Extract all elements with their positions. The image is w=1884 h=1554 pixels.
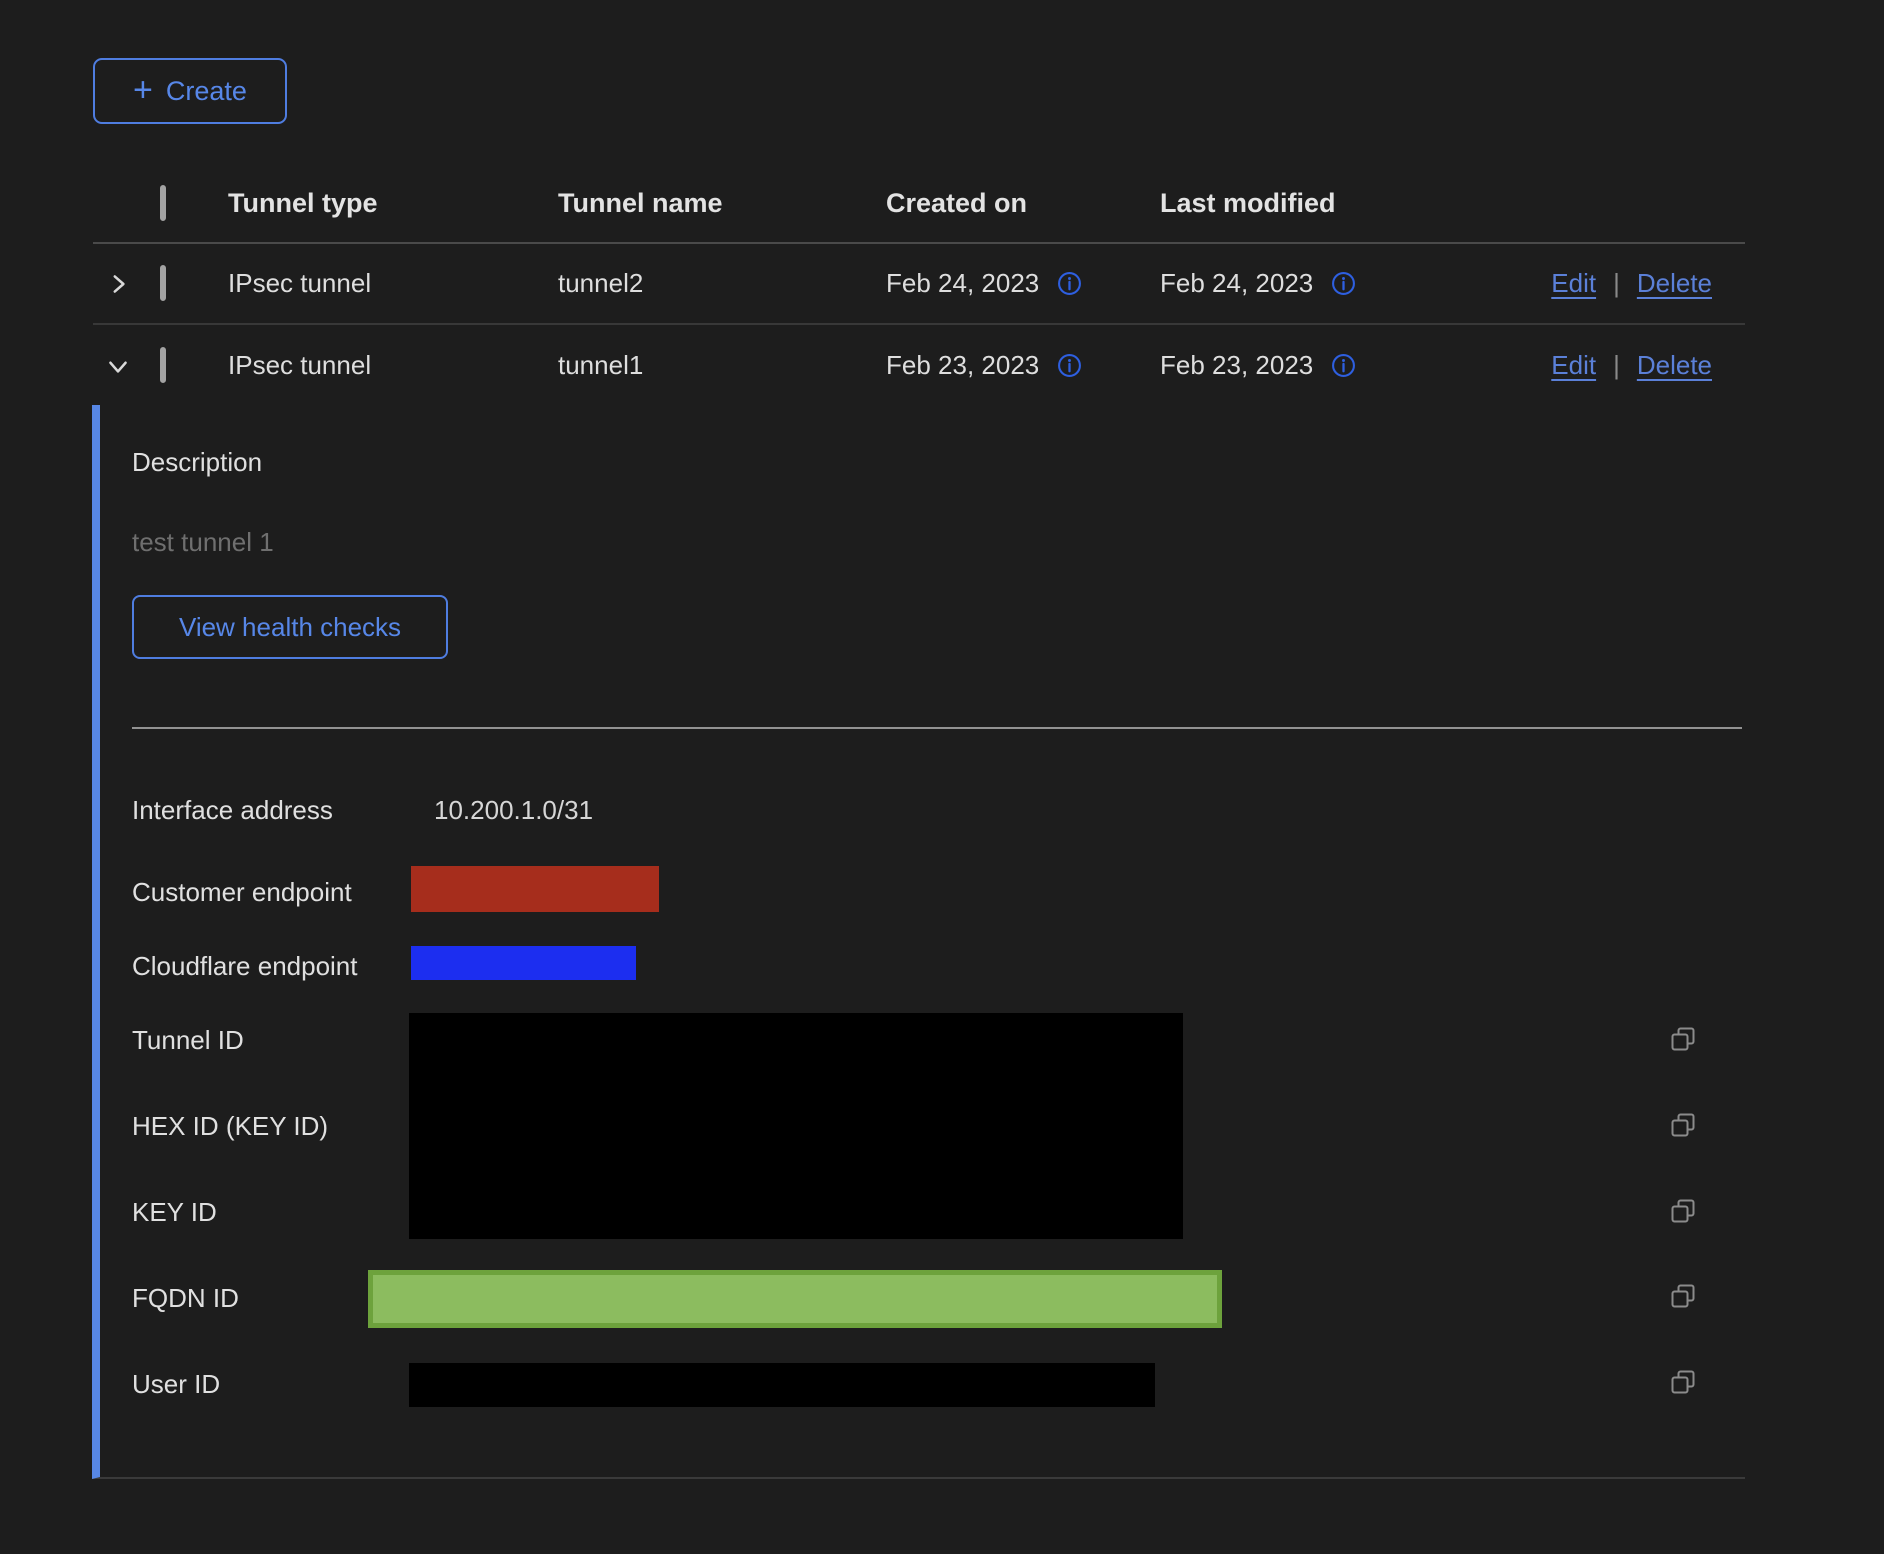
copy-icon[interactable]: [1668, 1196, 1698, 1226]
section-divider: [132, 727, 1742, 729]
row-checkbox[interactable]: [160, 265, 166, 301]
copy-icon[interactable]: [1668, 1367, 1698, 1397]
customer-endpoint-label: Customer endpoint: [132, 877, 352, 908]
select-all-checkbox[interactable]: [160, 185, 166, 221]
action-separator: |: [1613, 350, 1620, 381]
create-button-label: Create: [166, 76, 247, 107]
info-icon[interactable]: [1331, 353, 1356, 378]
cloudflare-endpoint-redacted-value: [411, 946, 636, 980]
user-id-redacted-value: [409, 1363, 1155, 1407]
key-id-label: KEY ID: [132, 1197, 217, 1228]
table-row: IPsec tunnel tunnel1 Feb 23, 2023 Feb 23…: [93, 325, 1745, 406]
fqdn-id-label: FQDN ID: [132, 1283, 239, 1314]
table-header-row: Tunnel type Tunnel name Created on Last …: [93, 164, 1745, 244]
view-health-checks-button[interactable]: View health checks: [132, 595, 448, 659]
description-value: test tunnel 1: [132, 527, 274, 558]
column-header-created-on: Created on: [886, 188, 1160, 219]
create-button[interactable]: + Create: [93, 58, 287, 124]
copy-icon[interactable]: [1668, 1281, 1698, 1311]
hex-id-label: HEX ID (KEY ID): [132, 1111, 328, 1142]
column-header-last-modified: Last modified: [1160, 188, 1540, 219]
tunnel-type-cell: IPsec tunnel: [228, 268, 558, 299]
info-icon[interactable]: [1057, 353, 1082, 378]
tunnels-table: Tunnel type Tunnel name Created on Last …: [93, 164, 1745, 406]
tunnel-detail-panel: Description test tunnel 1 View health ch…: [92, 405, 1745, 1479]
tunnel-ids-redacted-value: [409, 1013, 1183, 1239]
tunnel-id-label: Tunnel ID: [132, 1025, 244, 1056]
last-modified-cell: Feb 23, 2023: [1160, 350, 1313, 381]
collapse-row-button[interactable]: [93, 353, 160, 379]
expand-row-button[interactable]: [93, 271, 160, 297]
column-header-tunnel-name: Tunnel name: [558, 188, 886, 219]
action-separator: |: [1613, 268, 1620, 299]
delete-link[interactable]: Delete: [1637, 268, 1712, 299]
tunnel-name-cell: tunnel1: [558, 350, 886, 381]
fqdn-id-redacted-value: [368, 1270, 1222, 1328]
last-modified-cell: Feb 24, 2023: [1160, 268, 1313, 299]
cloudflare-endpoint-label: Cloudflare endpoint: [132, 951, 358, 982]
expand-chevron-icon: [105, 271, 131, 297]
customer-endpoint-redacted-value: [411, 866, 659, 912]
tunnel-type-cell: IPsec tunnel: [228, 350, 558, 381]
copy-icon[interactable]: [1668, 1024, 1698, 1054]
edit-link[interactable]: Edit: [1551, 268, 1596, 299]
description-label: Description: [132, 447, 262, 478]
collapse-chevron-icon: [105, 353, 131, 379]
delete-link[interactable]: Delete: [1637, 350, 1712, 381]
created-on-cell: Feb 24, 2023: [886, 268, 1039, 299]
copy-icon[interactable]: [1668, 1110, 1698, 1140]
row-checkbox[interactable]: [160, 347, 166, 383]
info-icon[interactable]: [1331, 271, 1356, 296]
edit-link[interactable]: Edit: [1551, 350, 1596, 381]
created-on-cell: Feb 23, 2023: [886, 350, 1039, 381]
tunnel-name-cell: tunnel2: [558, 268, 886, 299]
interface-address-label: Interface address: [132, 795, 333, 826]
user-id-label: User ID: [132, 1369, 220, 1400]
column-header-tunnel-type: Tunnel type: [228, 188, 558, 219]
info-icon[interactable]: [1057, 271, 1082, 296]
plus-icon: +: [133, 73, 153, 107]
interface-address-value: 10.200.1.0/31: [434, 795, 593, 826]
table-row: IPsec tunnel tunnel2 Feb 24, 2023 Feb 24…: [93, 244, 1745, 325]
